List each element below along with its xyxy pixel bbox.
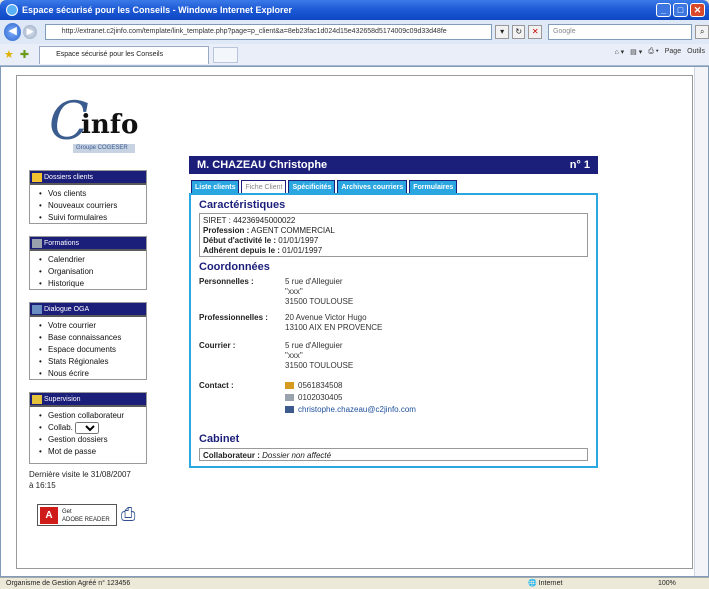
formation-icon [32,239,42,248]
tab-formulaires[interactable]: Formulaires [409,180,458,193]
status-bar: Organisme de Gestion Agréé n° 123456 🌐 I… [0,577,709,589]
window-title: Espace sécurisé pour les Conseils - Wind… [22,5,292,15]
folder-icon [32,173,42,182]
close-button[interactable]: ✕ [690,3,705,17]
url-dropdown-button[interactable]: ▾ [495,25,509,39]
fax-value: 0102030405 [298,393,343,402]
client-tabs: Liste clients Fiche Client Spécificités … [191,180,458,193]
stop-icon[interactable]: ✕ [528,25,543,39]
debut-value: 01/01/1997 [278,236,319,245]
web-page: C info Groupe COGESER Dossiers clients V… [16,75,693,569]
sidebar-item-stats-regionales[interactable]: Stats Régionales [38,356,146,368]
status-text: Organisme de Gestion Agréé n° 123456 [6,580,131,587]
print-icon[interactable]: ⎙ ▾ [648,48,659,56]
zoom-level[interactable]: 100% [658,578,676,589]
sidebar-dialogue-oga: Dialogue OGA Votre courrier Base connais… [29,302,147,380]
browser-viewport: C info Groupe COGESER Dossiers clients V… [0,66,709,577]
sidebar-item-nous-ecrire[interactable]: Nous écrire [38,368,146,380]
command-bar: ⌂ ▾ ▤ ▾ ⎙ ▾ Page Outils [614,48,705,56]
url-field[interactable]: http://extranet.c2jinfo.com/template/lin… [44,24,493,40]
sidebar-section-title: Supervision [30,393,146,407]
c2jinfo-logo: C info Groupe COGESER [49,92,139,153]
sidebar-item-gestion-collaborateur[interactable]: Gestion collaborateur [38,410,146,422]
section-title-coordonnees: Coordonnées [199,261,270,273]
sidebar-item-base-connaissances[interactable]: Base connaissances [38,332,146,344]
client-detail-panel: Caractéristiques SIRET : 44236945000022 … [189,193,598,468]
adherent-value: 01/01/1997 [282,246,323,255]
printer-icon[interactable]: ⎙ [121,504,135,525]
sidebar-supervision: Supervision Gestion collaborateur Collab… [29,392,147,464]
sidebar-item-suivi-formulaires[interactable]: Suivi formulaires [38,212,146,224]
sidebar-item-nouveaux-courriers[interactable]: Nouveaux courriers [38,200,146,212]
tools-menu[interactable]: Outils [687,48,705,56]
home-icon[interactable]: ⌂ ▾ [614,48,624,56]
coord-courrier: Courrier : 5 rue d'Alleguier "xxx" 31500… [199,341,354,370]
tab-fiche-client[interactable]: Fiche Client [241,180,287,193]
sidebar-item-calendrier[interactable]: Calendrier [38,254,146,266]
sidebar-section-title: Dialogue OGA [30,303,146,317]
add-favorites-icon[interactable]: ✚ [20,48,29,61]
adobe-reader-badge[interactable]: A Get ADOBE READER [37,504,117,526]
sidebar-formations: Formations Calendrier Organisation Histo… [29,236,147,290]
window-titlebar: Espace sécurisé pour les Conseils - Wind… [0,0,709,20]
search-input[interactable]: Google [548,24,693,40]
address-bar-row: ◀ ▶ http://extranet.c2jinfo.com/template… [0,20,709,44]
collab-value: Dossier non affecté [262,451,332,460]
new-tab-button[interactable] [213,46,239,63]
coord-personnelles: Personnelles : 5 rue d'Alleguier "xxx" 3… [199,277,354,306]
sidebar-item-vos-clients[interactable]: Vos clients [38,188,146,200]
adobe-icon: A [40,507,58,524]
vertical-scrollbar[interactable] [694,67,708,576]
sidebar-item-espace-documents[interactable]: Espace documents [38,344,146,356]
page-menu[interactable]: Page [665,48,681,56]
tab-bar: ★ ✚ Espace sécurisé pour les Conseils ⌂ … [0,44,709,66]
ie-icon [6,4,18,16]
email-link[interactable]: christophe.chazeau@c2jinfo.com [298,405,416,414]
profession-value: AGENT COMMERCIAL [251,226,335,235]
tab-specificites[interactable]: Spécificités [288,180,336,193]
section-title-caracteristiques: Caractéristiques [199,199,286,211]
sidebar-item-collab: Collab. [38,422,146,434]
forward-button[interactable]: ▶ [23,25,37,39]
dialogue-icon [32,305,42,314]
sidebar-item-mot-de-passe[interactable]: Mot de passe [38,446,146,458]
fax-icon [285,394,294,402]
supervision-icon [32,395,42,404]
sidebar-item-votre-courrier[interactable]: Votre courrier [38,320,146,332]
sidebar-item-organisation[interactable]: Organisation [38,266,146,278]
client-name-header: M. CHAZEAU Christophe n° 1 [189,156,598,174]
caracteristiques-box: SIRET : 44236945000022 Profession : AGEN… [199,213,588,257]
sidebar-item-historique[interactable]: Historique [38,278,146,290]
tab-archives-courriers[interactable]: Archives courriers [337,180,408,193]
sidebar-item-gestion-dossiers[interactable]: Gestion dossiers [38,434,146,446]
section-title-cabinet: Cabinet [199,433,240,445]
coord-professionnelles: Professionnelles : 20 Avenue Victor Hugo… [199,313,383,332]
maximize-button[interactable]: □ [673,3,688,17]
sidebar-section-title: Formations [30,237,146,251]
sidebar-section-title: Dossiers clients [30,171,146,185]
phone-icon [285,382,294,390]
collab-select[interactable] [74,422,99,434]
back-button[interactable]: ◀ [4,23,22,41]
coord-contact: Contact : 0561834508 0102030405 christop… [199,381,416,414]
minimize-button[interactable]: _ [656,3,671,17]
refresh-icon[interactable]: ↻ [511,25,526,39]
siret-value: 44236945000022 [233,216,296,225]
internet-zone: 🌐 Internet [528,580,563,587]
feeds-icon[interactable]: ▤ ▾ [630,48,642,56]
cabinet-box: Collaborateur : Dossier non affecté [199,448,588,461]
client-name: M. CHAZEAU Christophe [197,159,328,171]
phone-value: 0561834508 [298,381,343,390]
search-icon[interactable]: ⌕ [695,25,709,39]
sidebar-dossiers-clients: Dossiers clients Vos clients Nouveaux co… [29,170,147,224]
client-number: n° 1 [569,159,590,171]
last-visit-text: Dernière visite le 31/08/2007 à 16:15 [29,470,131,490]
browser-tab[interactable]: Espace sécurisé pour les Conseils [39,45,210,64]
email-icon [285,406,294,414]
tab-liste-clients[interactable]: Liste clients [191,180,240,193]
favorites-star-icon[interactable]: ★ [4,48,14,61]
